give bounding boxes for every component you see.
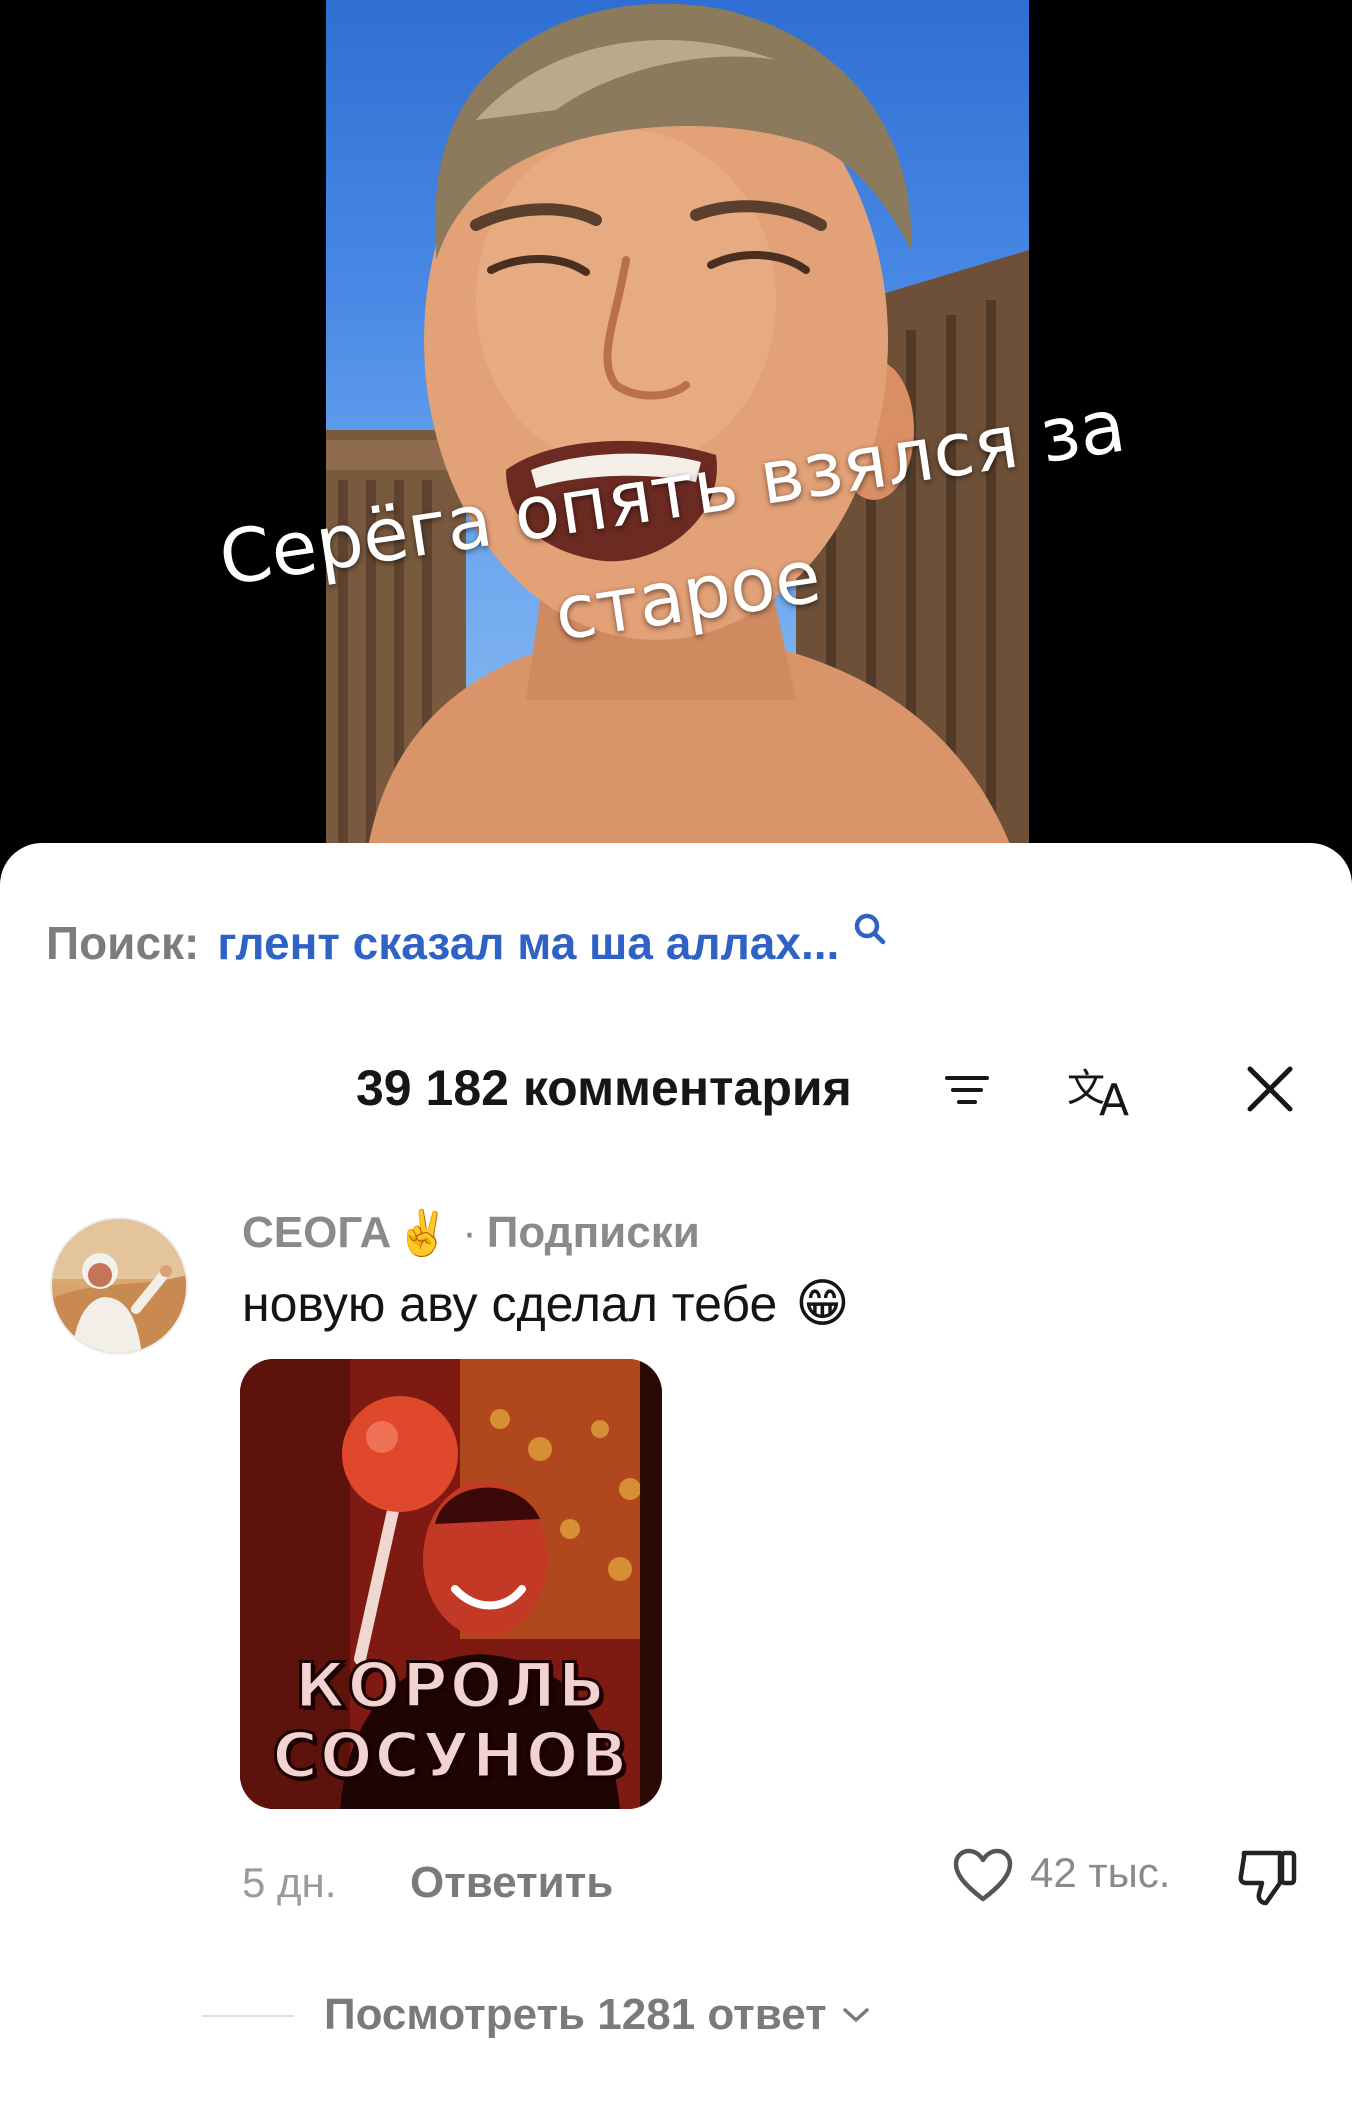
avatar[interactable] xyxy=(50,1217,188,1355)
close-icon[interactable] xyxy=(1244,1063,1296,1115)
app-screen: Серёга опять взялся за старое Поиск: гле… xyxy=(0,0,1352,2116)
grinning-face-emoji-icon: 😁 xyxy=(795,1275,850,1333)
sort-icon[interactable] xyxy=(944,1072,990,1108)
comments-count: 39 182 комментария xyxy=(356,1060,852,1116)
chevron-down-icon xyxy=(842,2008,869,2022)
view-replies-label: Посмотреть 1281 ответ xyxy=(324,1990,827,2039)
avatar-image xyxy=(52,1219,186,1353)
heart-icon[interactable] xyxy=(952,1847,1014,1905)
translate-icon[interactable]: 文 A xyxy=(1065,1061,1139,1121)
comment-relation-label: Подписки xyxy=(486,1208,700,1257)
view-replies-row[interactable]: Посмотреть 1281 ответ xyxy=(0,1983,1352,2047)
search-icon xyxy=(855,913,886,945)
sticker-text-line-2: СОСУНОВ xyxy=(271,1718,630,1794)
comment-sticker[interactable]: КОРОЛЬ СОСУНОВ xyxy=(240,1359,662,1809)
comment-text-body: новую аву сделал тебе xyxy=(242,1276,778,1332)
meta-separator: · xyxy=(462,1208,477,1257)
comments-sheet: Поиск: глент сказал ма ша аллах... 39 18… xyxy=(0,843,1352,2116)
comment-time: 5 дн. xyxy=(242,1859,337,1906)
replies-divider xyxy=(202,2015,294,2017)
search-prefix: Поиск: xyxy=(46,917,200,969)
comment-author[interactable]: СЕОГА xyxy=(242,1208,391,1258)
victory-hand-emoji-icon: ✌️ xyxy=(395,1209,451,1258)
video-player[interactable]: Серёга опять взялся за старое xyxy=(0,0,1352,860)
sticker-text-line-1: КОРОЛЬ xyxy=(293,1648,608,1724)
comment-meta: СЕОГА ✌️ · Подписки xyxy=(242,1203,700,1263)
search-query-link[interactable]: глент сказал ма ша аллах... xyxy=(217,916,839,970)
search-suggestion[interactable]: Поиск: глент сказал ма ша аллах... xyxy=(46,913,887,973)
thumbs-down-icon[interactable] xyxy=(1236,1843,1300,1909)
comments-header: 39 182 комментария 文 A xyxy=(0,1053,1352,1123)
like-count: 42 тыс. xyxy=(1030,1849,1171,1896)
reply-button[interactable]: Ответить xyxy=(410,1853,613,1913)
view-replies-button[interactable]: Посмотреть 1281 ответ xyxy=(324,1983,871,2047)
comment-text: новую аву сделал тебе 😁 xyxy=(242,1271,850,1337)
svg-text:A: A xyxy=(1099,1075,1129,1121)
